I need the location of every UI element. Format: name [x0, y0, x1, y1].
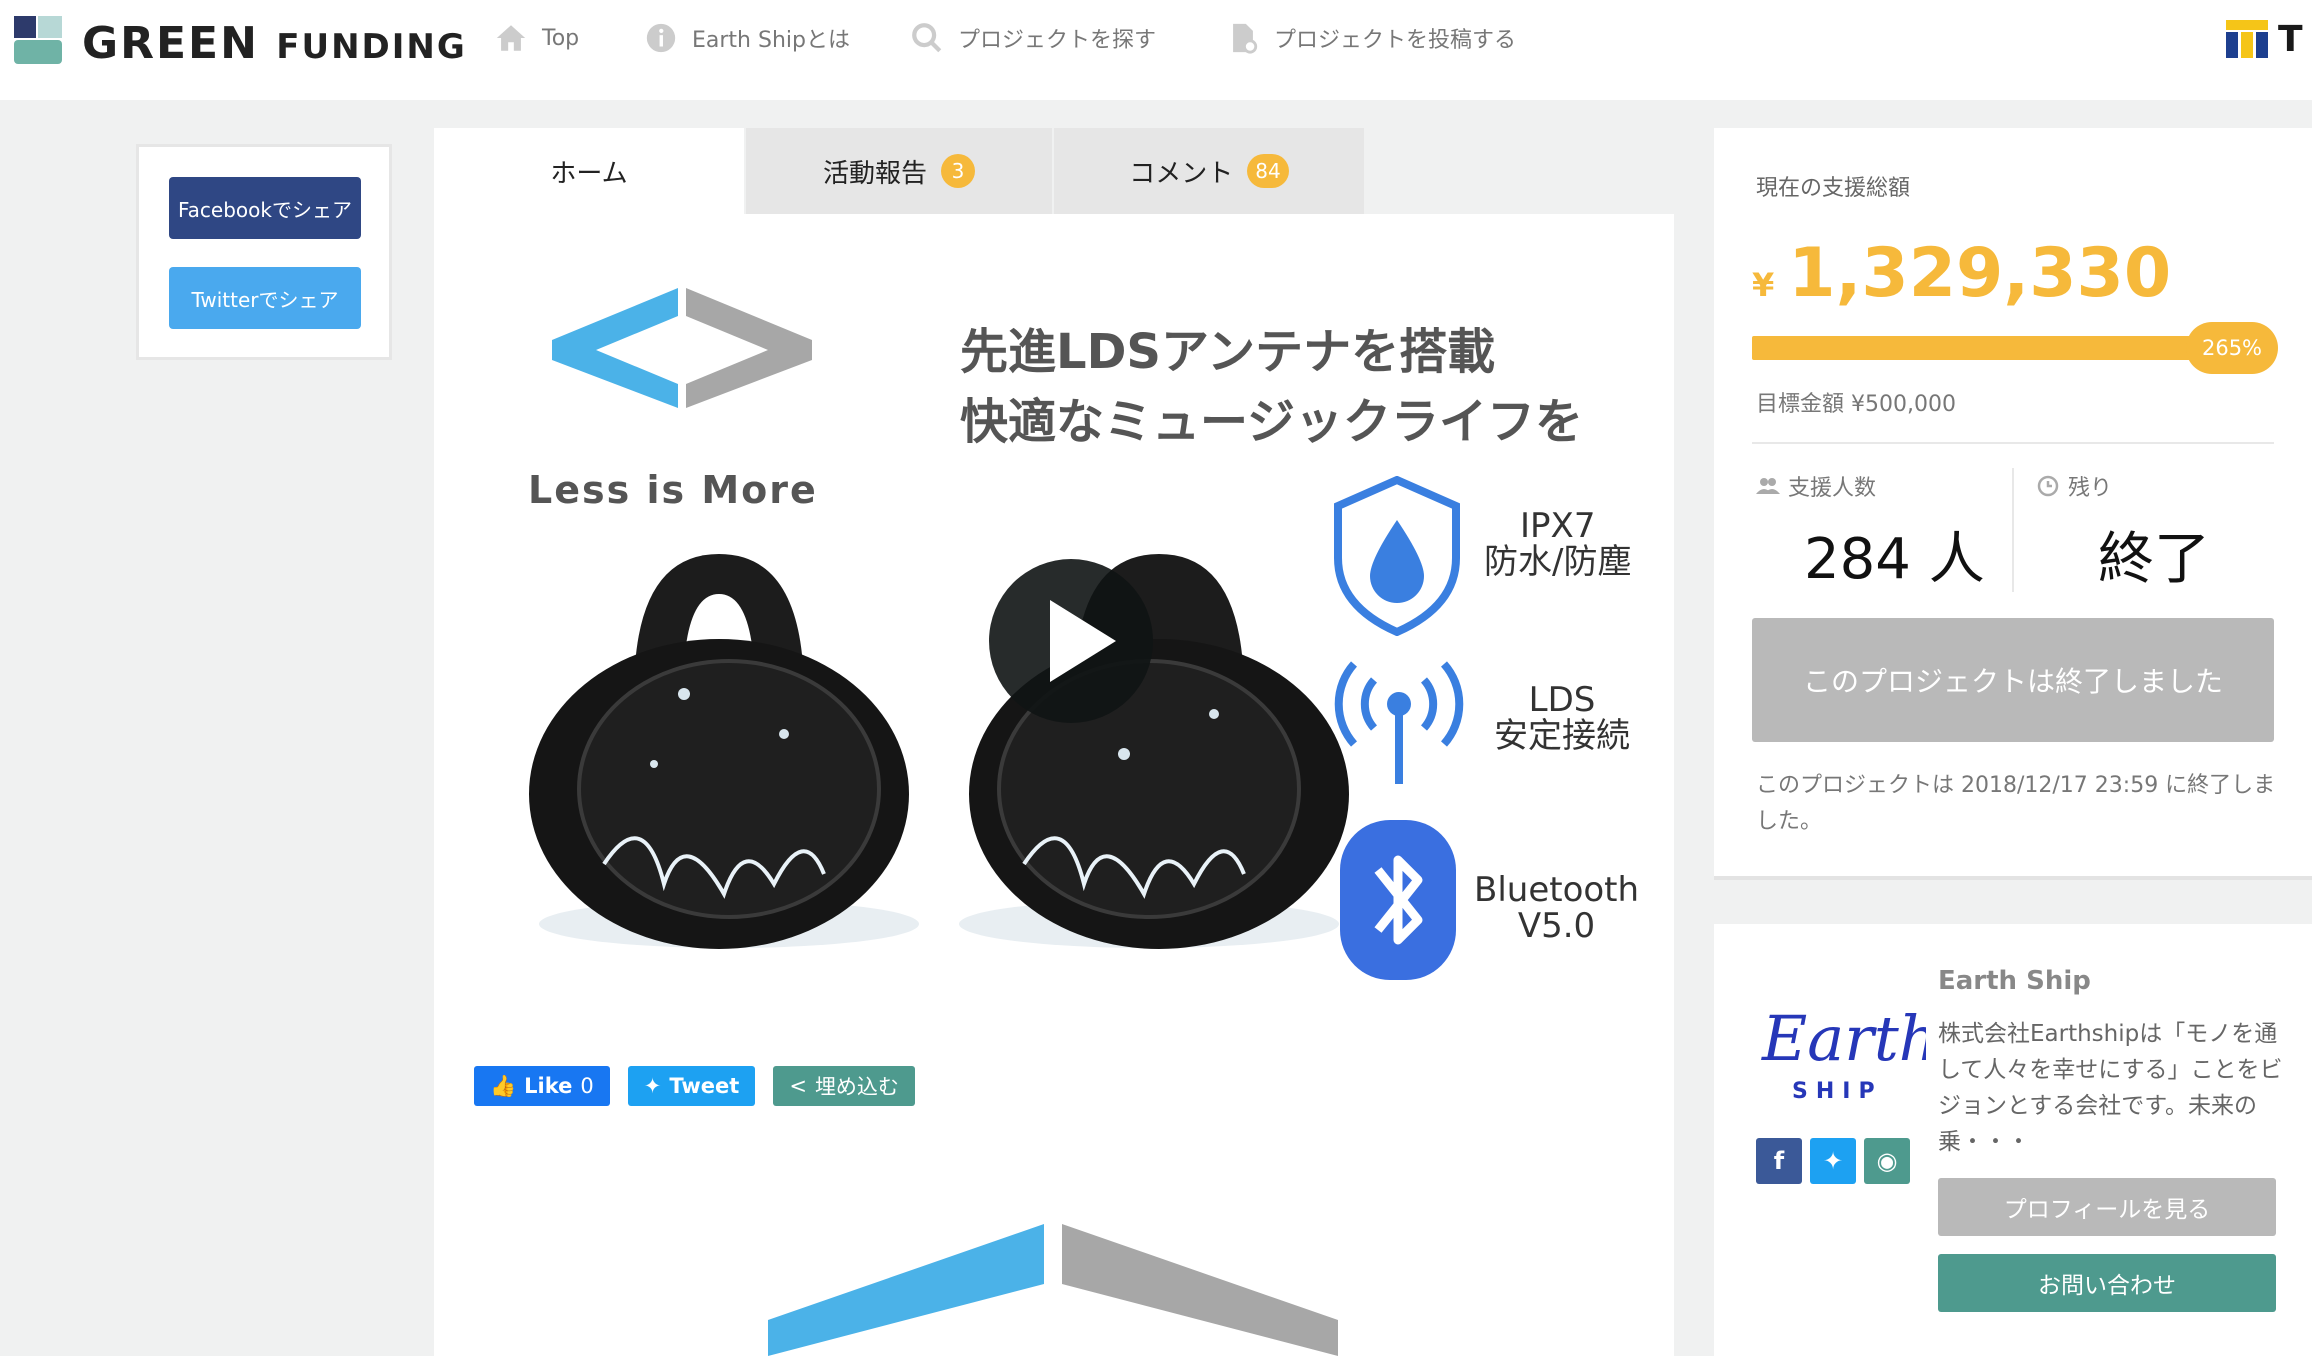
- share-card: Facebookでシェア Twitterでシェア: [136, 144, 392, 360]
- owner-logo-text: Earth: [1761, 1002, 1926, 1075]
- social-buttons: 👍 Like 0 ✦ Tweet < 埋め込む: [474, 1066, 915, 1106]
- embed-button[interactable]: < 埋め込む: [773, 1066, 915, 1106]
- funding-label: 現在の支援総額: [1756, 176, 1911, 201]
- logo-sub-text: FUNDING: [276, 27, 467, 67]
- water-shield-icon: [1334, 476, 1460, 636]
- tab-home[interactable]: ホーム: [434, 128, 744, 214]
- main-content: Less is More 先進LDSアンテナを搭載 快適なミュージックライフを: [434, 214, 1674, 1356]
- users-icon: [1756, 478, 1780, 494]
- nav-top-label: Top: [542, 25, 580, 51]
- contact-button[interactable]: お問い合わせ: [1938, 1254, 2276, 1312]
- thumbs-up-icon: 👍: [490, 1073, 517, 1098]
- owner-panel: Earth SHIP Earth Ship 株式会社Earthshipは「モノを…: [1714, 924, 2312, 1356]
- earthship-logo[interactable]: Earth SHIP: [1756, 994, 1926, 1104]
- tab-reports-count-badge: 3: [941, 154, 975, 188]
- nav-about[interactable]: Earth Shipとは: [644, 16, 850, 60]
- supporters-label-text: 支援人数: [1788, 476, 1877, 501]
- tab-reports[interactable]: 活動報告 3: [746, 128, 1052, 214]
- funding-panel: 現在の支援総額 ¥ 1,329,330 265% 目標金額 ¥500,000 支…: [1714, 128, 2312, 880]
- view-profile-button[interactable]: プロフィールを見る: [1938, 1178, 2276, 1236]
- tab-comments-count-badge: 84: [1247, 154, 1289, 188]
- document-icon: [1233, 23, 1258, 54]
- feature-bluetooth-title: Bluetooth: [1474, 870, 1640, 910]
- brand-chevrons-logo-large: [768, 1224, 1338, 1356]
- owner-name[interactable]: Earth Ship: [1938, 966, 2091, 996]
- tpoint-logo-icon: [2224, 16, 2270, 62]
- play-button-icon[interactable]: [986, 556, 1156, 726]
- tab-home-label: ホーム: [550, 158, 628, 189]
- funding-goal: 目標金額 ¥500,000: [1756, 392, 1956, 417]
- embed-label: 埋め込む: [814, 1075, 899, 1099]
- feature-lds-desc: 安定接続: [1494, 716, 1630, 756]
- remaining-label: 残り: [2036, 470, 2112, 502]
- feature-ipx7: IPX7 防水/防塵: [1484, 508, 1631, 580]
- remaining-value: 終了: [2098, 527, 2210, 592]
- nav-search-label: プロジェクトを探す: [958, 28, 1157, 53]
- funding-amount: ¥ 1,329,330: [1752, 234, 2171, 313]
- tweet-label: Tweet: [669, 1074, 740, 1098]
- site-logo[interactable]: GREEN FUNDING: [82, 18, 467, 69]
- tpoint-link[interactable]: T: [2224, 16, 2303, 62]
- owner-social-links: f ✦ ◉: [1756, 1138, 1910, 1184]
- feature-lds: LDS 安定接続: [1494, 682, 1630, 754]
- funding-amount-value: 1,329,330: [1788, 234, 2172, 313]
- share-icon: <: [789, 1074, 807, 1098]
- project-video[interactable]: Less is More 先進LDSアンテナを搭載 快適なミュージックライフを: [474, 272, 1639, 1032]
- logo-main-text: GREEN: [82, 18, 259, 69]
- like-button[interactable]: 👍 Like 0: [474, 1066, 610, 1106]
- project-tabs: ホーム 活動報告 3 コメント 84: [434, 128, 1364, 214]
- tab-comments-label: コメント: [1129, 158, 1234, 189]
- funding-percent-badge: 265%: [2186, 322, 2278, 374]
- owner-description: 株式会社Earthshipは「モノを通して人々を幸せにする」ことをビジョンとする…: [1938, 1021, 2283, 1155]
- stat-divider: [2012, 468, 2014, 592]
- nav-about-label: Earth Shipとは: [692, 28, 850, 53]
- hero-title-line-2: 快適なミュージックライフを: [960, 394, 1584, 450]
- supporters-value: 284 人: [1804, 527, 1985, 592]
- remaining-label-text: 残り: [2068, 476, 2113, 501]
- home-icon: [496, 25, 526, 51]
- feature-bluetooth-desc: V5.0: [1517, 906, 1596, 946]
- tpoint-label: T: [2278, 18, 2303, 60]
- nav-top[interactable]: Top: [494, 16, 579, 60]
- info-icon: [646, 23, 676, 53]
- logo-mark-icon[interactable]: [14, 16, 62, 64]
- earbud-left-image: [529, 554, 919, 949]
- owner-logo-sub: SHIP: [1792, 1079, 1883, 1104]
- project-ended-button[interactable]: このプロジェクトは終了しました: [1752, 618, 2274, 742]
- feature-bluetooth: Bluetooth V5.0: [1474, 872, 1639, 944]
- nav-post-label: プロジェクトを投稿する: [1274, 28, 1517, 53]
- hero-title-line-1: 先進LDSアンテナを搭載: [960, 324, 1496, 380]
- divider: [1752, 442, 2274, 444]
- facebook-icon[interactable]: f: [1756, 1138, 1802, 1184]
- antenna-signal-icon: [1334, 661, 1464, 784]
- globe-icon[interactable]: ◉: [1864, 1138, 1910, 1184]
- currency-symbol: ¥: [1752, 266, 1775, 304]
- like-label: Like: [524, 1074, 573, 1098]
- nav-post[interactable]: プロジェクトを投稿する: [1226, 16, 1516, 60]
- clock-icon: [2037, 475, 2059, 497]
- twitter-share-button[interactable]: Twitterでシェア: [169, 267, 361, 329]
- bluetooth-icon: [1340, 820, 1456, 980]
- supporters-label: 支援人数: [1756, 470, 1876, 502]
- feature-ipx7-desc: 防水/防塵: [1484, 542, 1632, 582]
- search-icon: [912, 23, 942, 53]
- facebook-share-button[interactable]: Facebookでシェア: [169, 177, 361, 239]
- nav-search[interactable]: プロジェクトを探す: [910, 16, 1156, 60]
- tab-reports-label: 活動報告: [822, 158, 927, 189]
- site-header: GREEN FUNDING Top Earth Shipとは プロジェクトを探す…: [0, 0, 2312, 100]
- project-ended-note: このプロジェクトは 2018/12/17 23:59 に終了しました。: [1756, 773, 2276, 834]
- like-count: 0: [580, 1074, 594, 1098]
- feature-lds-title: LDS: [1528, 680, 1596, 720]
- feature-ipx7-title: IPX7: [1520, 506, 1596, 546]
- twitter-icon[interactable]: ✦: [1810, 1138, 1856, 1184]
- tab-comments[interactable]: コメント 84: [1054, 128, 1364, 214]
- tweet-button[interactable]: ✦ Tweet: [627, 1066, 756, 1106]
- brand-chevrons-logo: [552, 288, 812, 408]
- twitter-bird-icon: ✦: [643, 1074, 662, 1098]
